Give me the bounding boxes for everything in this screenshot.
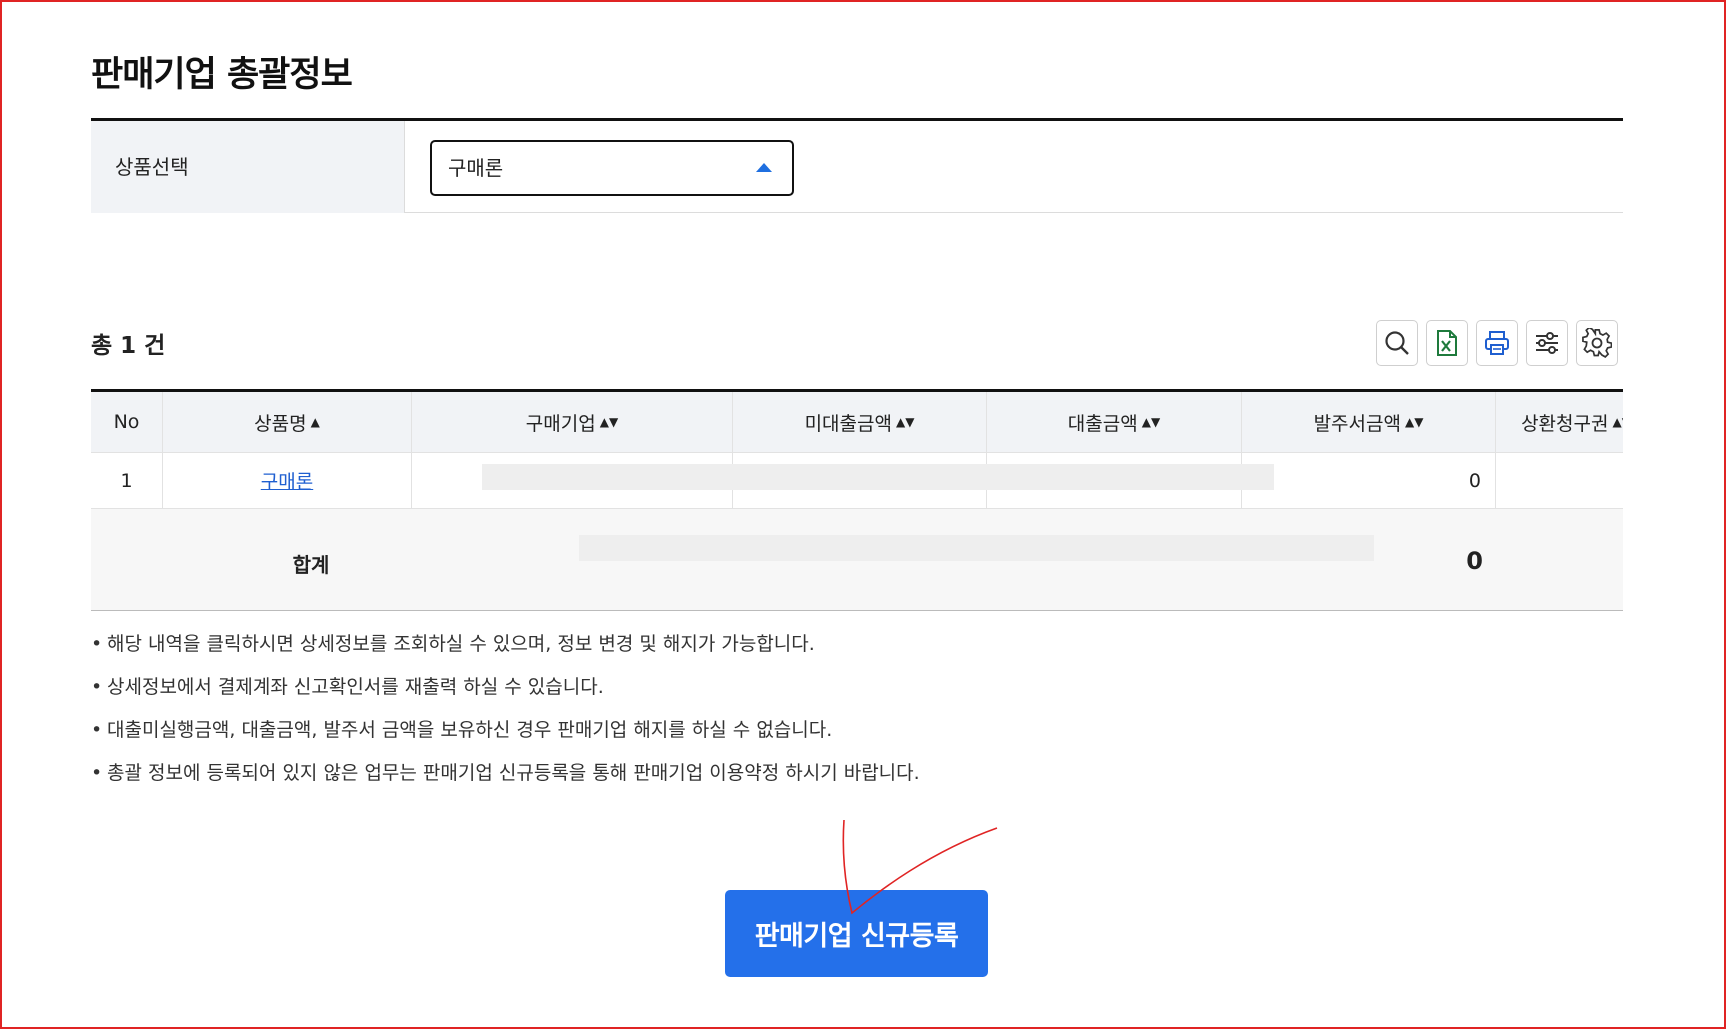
sort-asc-icon: ▲ (310, 415, 320, 429)
sort-icon: ▲▼ (1612, 415, 1623, 429)
sort-icon: ▲▼ (895, 415, 915, 429)
column-header-buyer[interactable]: 구매기업 ▲▼ (412, 392, 733, 452)
column-header-no: No (91, 392, 163, 452)
summary-row: 합계 0 (91, 509, 1623, 610)
notice-item: 해당 내역을 클릭하시면 상세정보를 조회하실 수 있으며, 정보 변경 및 해… (91, 630, 920, 673)
notice-item: 총괄 정보에 등록되어 있지 않은 업무는 판매기업 신규등록을 통해 판매기업… (91, 759, 920, 802)
column-header-label: 상환청구권 (1521, 412, 1609, 435)
total-count: 총 1 건 (91, 333, 166, 359)
summary-table: No 상품명 ▲ 구매기업 ▲▼ 미대출금액 ▲▼ 대출금액 ▲▼ 발주서금액 … (91, 389, 1623, 611)
summary-value: 0 (1466, 547, 1483, 575)
sort-icon: ▲▼ (1404, 415, 1424, 429)
column-header-label: No (113, 411, 140, 433)
redacted-area (482, 464, 1274, 490)
product-select-value: 구매론 (448, 156, 504, 180)
product-select[interactable]: 구매론 (430, 140, 794, 196)
column-header-recourse[interactable]: 상환청구권 ▲▼ (1496, 392, 1623, 452)
row-recourse-cell (1496, 453, 1623, 508)
redacted-area (579, 535, 1374, 561)
product-select-label: 상품선택 (91, 121, 405, 213)
column-header-label: 발주서금액 (1313, 412, 1401, 435)
sort-icon: ▲▼ (1141, 415, 1161, 429)
filter-panel: 상품선택 구매론 (91, 118, 1623, 213)
notice-item: 상세정보에서 결제계좌 신고확인서를 재출력 하실 수 있습니다. (91, 673, 920, 716)
column-header-undisbursed[interactable]: 미대출금액 ▲▼ (733, 392, 987, 452)
summary-label: 합계 (292, 553, 330, 577)
product-link[interactable]: 구매론 (261, 467, 313, 494)
page-title: 판매기업 총괄정보 (91, 55, 353, 95)
table-row[interactable]: 1 구매론 0 (91, 453, 1623, 509)
search-icon[interactable] (1376, 320, 1418, 366)
column-header-loan-amount[interactable]: 대출금액 ▲▼ (987, 392, 1242, 452)
gear-icon[interactable] (1576, 320, 1618, 366)
table-header: No 상품명 ▲ 구매기업 ▲▼ 미대출금액 ▲▼ 대출금액 ▲▼ 발주서금액 … (91, 392, 1623, 453)
sort-icon: ▲▼ (599, 415, 619, 429)
register-seller-button[interactable]: 판매기업 신규등록 (725, 890, 988, 977)
caret-up-icon (756, 163, 772, 172)
row-order-amount: 0 (1242, 453, 1496, 508)
notice-item: 대출미실행금액, 대출금액, 발주서 금액을 보유하신 경우 판매기업 해지를 … (91, 716, 920, 759)
print-icon[interactable] (1476, 320, 1518, 366)
column-header-label: 미대출금액 (804, 412, 892, 435)
column-header-label: 상품명 (254, 412, 307, 435)
excel-icon[interactable] (1426, 320, 1468, 366)
column-header-label: 구매기업 (525, 412, 596, 435)
column-header-product[interactable]: 상품명 ▲ (163, 392, 412, 452)
column-header-label: 대출금액 (1067, 412, 1138, 435)
row-no: 1 (91, 453, 163, 508)
notice-list: 해당 내역을 클릭하시면 상세정보를 조회하실 수 있으며, 정보 변경 및 해… (91, 630, 920, 802)
filter-settings-icon[interactable] (1526, 320, 1568, 366)
row-product-cell: 구매론 (163, 453, 412, 508)
column-header-order-amount[interactable]: 발주서금액 ▲▼ (1242, 392, 1496, 452)
